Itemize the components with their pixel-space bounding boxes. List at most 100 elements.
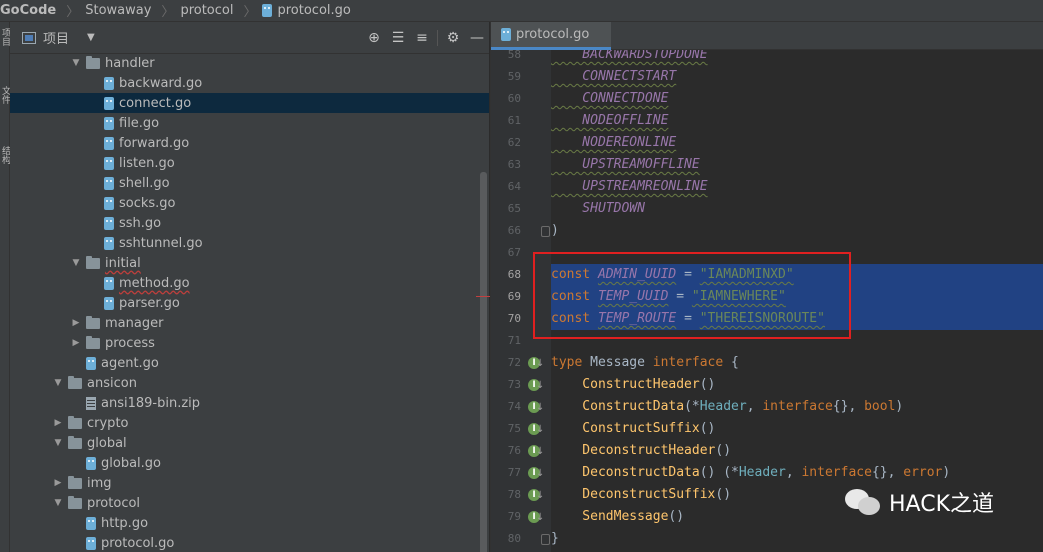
tool-tab-structure[interactable]: 结构 — [0, 146, 10, 186]
code-line[interactable]: UPSTREAMREONLINE — [551, 176, 707, 198]
breadcrumb-item[interactable]: protocol.go — [262, 3, 356, 18]
go-file-icon — [104, 176, 114, 190]
code-token: DeconstructHeader — [551, 443, 716, 458]
tree-file[interactable]: protocol.go — [10, 533, 489, 552]
code-token: ) — [895, 399, 904, 414]
code-line[interactable]: ConstructHeader() — [551, 374, 715, 396]
fold-icon[interactable] — [541, 226, 550, 237]
tree-file[interactable]: http.go — [10, 513, 489, 533]
navigate-down-icon[interactable]: ↓ — [536, 490, 544, 501]
tree-file[interactable]: method.go — [10, 273, 489, 293]
code-line[interactable]: ConstructSuffix() — [551, 418, 715, 440]
chevron-right-icon[interactable]: ▶ — [70, 318, 82, 328]
tree-file[interactable]: backward.go — [10, 73, 489, 93]
line-number: 67 — [507, 246, 521, 259]
tree-file[interactable]: listen.go — [10, 153, 489, 173]
breadcrumb-item[interactable]: GoCode — [0, 3, 62, 18]
tree-folder[interactable]: ▼ protocol — [10, 493, 489, 513]
tree-folder[interactable]: ▶ crypto — [10, 413, 489, 433]
tree-file[interactable]: ssh.go — [10, 213, 489, 233]
tree-file[interactable]: file.go — [10, 113, 489, 133]
tree-item-label: handler — [105, 55, 155, 71]
tree-file[interactable]: forward.go — [10, 133, 489, 153]
navigate-down-icon[interactable]: ↓ — [536, 468, 544, 479]
tree-file[interactable]: sshtunnel.go — [10, 233, 489, 253]
code-token: () — [699, 377, 716, 392]
toolbar-divider — [437, 30, 438, 46]
tree-folder[interactable]: ▶ manager — [10, 313, 489, 333]
chevron-down-icon[interactable]: ▼ — [87, 32, 95, 43]
tree-item-label: manager — [105, 315, 164, 331]
tree-file[interactable]: global.go — [10, 453, 489, 473]
code-line[interactable]: BACKWARDSTOPDONE — [551, 50, 708, 66]
tool-tab-files[interactable]: 文件 — [0, 86, 10, 118]
fold-icon[interactable] — [541, 534, 550, 545]
tool-tab-project[interactable]: 项目 — [0, 28, 10, 60]
chevron-right-icon[interactable]: ▶ — [52, 418, 64, 428]
tree-file[interactable]: ansi189-bin.zip — [10, 393, 489, 413]
navigate-down-icon[interactable]: ↓ — [536, 358, 544, 369]
code-line[interactable]: DeconstructData() (*Header, interface{},… — [551, 462, 950, 484]
code-token: BACKWARDSTOPDONE — [551, 50, 708, 62]
tree-item-label: forward.go — [119, 135, 190, 151]
navigate-down-icon[interactable]: ↓ — [536, 424, 544, 435]
collapse-all-icon[interactable]: ≡ — [410, 26, 434, 50]
minimize-icon[interactable]: — — [465, 26, 489, 50]
tab-label: protocol.go — [516, 27, 590, 42]
code-line[interactable]: NODEREONLINE — [551, 132, 676, 154]
code-token: Header — [699, 399, 747, 414]
tree-folder[interactable]: ▼ ansicon — [10, 373, 489, 393]
code-token: () — [715, 487, 732, 502]
tree-folder[interactable]: ▼ initial — [10, 253, 489, 273]
code-line[interactable]: } — [551, 528, 559, 550]
go-file-icon — [262, 4, 273, 17]
editor-tab-bar: protocol.go — [491, 22, 1043, 50]
breadcrumb-item[interactable]: Stowaway — [85, 3, 157, 18]
code-line[interactable]: ConstructData(*Header, interface{}, bool… — [551, 396, 903, 418]
code-line[interactable]: UPSTREAMOFFLINE — [551, 154, 699, 176]
folder-icon — [68, 475, 82, 489]
code-line[interactable]: CONNECTSTART — [551, 66, 676, 88]
code-line[interactable]: NODEOFFLINE — [551, 110, 668, 132]
gear-icon[interactable]: ⚙ — [441, 26, 465, 50]
line-number: 74 — [507, 400, 521, 413]
code-line[interactable]: SendMessage() — [551, 506, 684, 528]
tree-folder[interactable]: ▼ global — [10, 433, 489, 453]
tree-folder[interactable]: ▼ handler — [10, 53, 489, 73]
line-number: 71 — [507, 334, 521, 347]
go-file-icon — [86, 456, 96, 470]
project-view-title[interactable]: 项目 — [43, 28, 69, 47]
tree-file[interactable]: socks.go — [10, 193, 489, 213]
chevron-down-icon[interactable]: ▼ — [52, 438, 64, 448]
code-line[interactable]: DeconstructSuffix() — [551, 484, 731, 506]
navigate-down-icon[interactable]: ↓ — [536, 402, 544, 413]
code-line[interactable]: DeconstructHeader() — [551, 440, 731, 462]
navigate-down-icon[interactable]: ↓ — [536, 380, 544, 391]
tree-file[interactable]: agent.go — [10, 353, 489, 373]
chevron-down-icon[interactable]: ▼ — [52, 378, 64, 388]
go-file-icon — [104, 156, 114, 170]
breadcrumb-item[interactable]: protocol — [180, 3, 239, 18]
code-line[interactable]: SHUTDOWN — [551, 198, 645, 220]
tree-folder[interactable]: ▶ img — [10, 473, 489, 493]
code-line[interactable]: type Message interface { — [551, 352, 739, 374]
go-file-icon — [86, 356, 96, 370]
navigate-down-icon[interactable]: ↓ — [536, 446, 544, 457]
tree-file[interactable]: connect.go — [10, 93, 489, 113]
tree-file[interactable]: shell.go — [10, 173, 489, 193]
code-line[interactable]: CONNECTDONE — [551, 88, 668, 110]
tree-file[interactable]: parser.go — [10, 293, 489, 313]
chevron-right-icon[interactable]: ▶ — [52, 478, 64, 488]
code-line[interactable]: ) — [551, 220, 559, 242]
chevron-down-icon[interactable]: ▼ — [70, 258, 82, 268]
crosshair-icon[interactable]: ⊕ — [362, 26, 386, 50]
line-number: 58 — [507, 48, 521, 61]
chevron-down-icon[interactable]: ▼ — [70, 58, 82, 68]
tree-item-label: socks.go — [119, 195, 176, 211]
navigate-down-icon[interactable]: ↓ — [536, 512, 544, 523]
chevron-down-icon[interactable]: ▼ — [52, 498, 64, 508]
project-scrollbar[interactable] — [480, 172, 487, 552]
chevron-right-icon[interactable]: ▶ — [70, 338, 82, 348]
expand-all-icon[interactable]: ☰ — [386, 26, 410, 50]
tree-folder[interactable]: ▶ process — [10, 333, 489, 353]
